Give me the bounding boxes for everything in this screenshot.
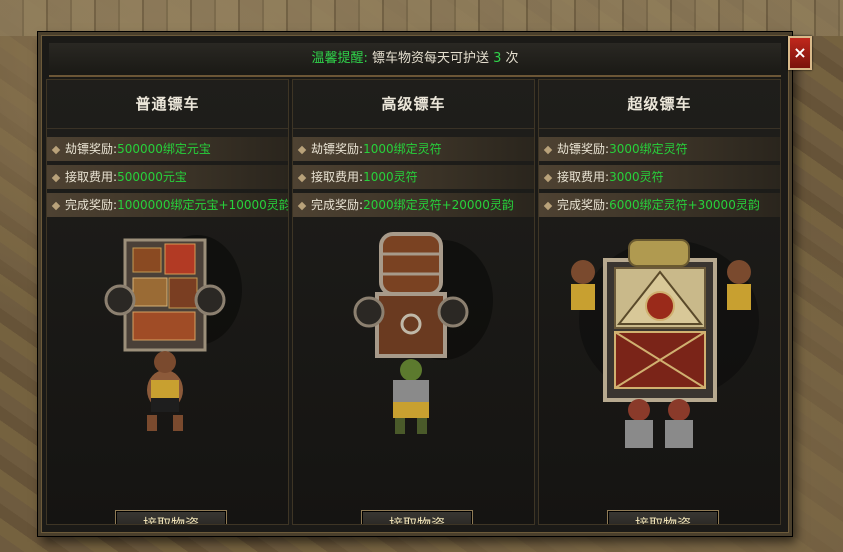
row-label: 完成奖励 <box>557 198 606 212</box>
reminder-text: 镖车物资每天可护送 <box>367 51 494 66</box>
row-label: 接取费用 <box>65 170 114 184</box>
row-value: 2000绑定灵符+20000灵韵 <box>363 198 514 212</box>
row-value: 500000元宝 <box>117 170 187 184</box>
diamond-icon <box>51 201 61 210</box>
super-cart-image <box>571 239 759 448</box>
info-row-complete-reward: 完成奖励:2000绑定灵符+20000灵韵 <box>293 193 534 217</box>
row-label: 完成奖励 <box>311 198 360 212</box>
row-value: 500000绑定元宝 <box>117 142 211 156</box>
row-label: 接取费用 <box>557 170 606 184</box>
row-value: 6000绑定灵符+30000灵韵 <box>609 198 760 212</box>
reminder-suffix: 次 <box>501 51 519 66</box>
row-label: 劫镖奖励 <box>557 142 606 156</box>
cart-title: 普通镖车 <box>47 80 288 129</box>
accept-supply-button[interactable]: 接取物资 <box>361 510 473 524</box>
reminder-label: 温馨提醒: <box>311 51 368 66</box>
row-value: 1000绑定灵符 <box>363 142 442 156</box>
diamond-icon <box>543 173 553 182</box>
cart-title: 高级镖车 <box>293 80 534 129</box>
reminder-bar: 温馨提醒: 镖车物资每天可护送 3 次 <box>49 43 781 77</box>
diamond-icon <box>297 201 307 210</box>
diamond-icon <box>297 173 307 182</box>
row-value: 3000绑定灵符 <box>609 142 688 156</box>
advanced-cart-image <box>353 232 493 434</box>
normal-cart-image <box>104 235 242 431</box>
accept-supply-button[interactable]: 接取物资 <box>607 510 719 524</box>
row-value: 1000灵符 <box>363 170 418 184</box>
cart-info-rows: 劫镖奖励:1000绑定灵符 接取费用:1000灵符 完成奖励:2000绑定灵符+… <box>293 137 534 217</box>
info-row-complete-reward: 完成奖励:6000绑定灵符+30000灵韵 <box>539 193 780 217</box>
cart-info-rows: 劫镖奖励:500000绑定元宝 接取费用:500000元宝 完成奖励:10000… <box>47 137 288 217</box>
diamond-icon <box>543 201 553 210</box>
cart-title: 超级镖车 <box>539 80 780 129</box>
row-label: 接取费用 <box>311 170 360 184</box>
row-label: 劫镖奖励 <box>65 142 114 156</box>
diamond-icon <box>51 173 61 182</box>
diamond-icon <box>297 145 307 154</box>
diamond-icon <box>543 145 553 154</box>
city-wall <box>0 0 843 36</box>
info-row-rob-reward: 劫镖奖励:1000绑定灵符 <box>293 137 534 161</box>
info-row-rob-reward: 劫镖奖励:3000绑定灵符 <box>539 137 780 161</box>
cart-column-advanced: 高级镖车 劫镖奖励:1000绑定灵符 接取费用:1000灵符 完成奖励:2000… <box>292 79 535 525</box>
cart-info-rows: 劫镖奖励:3000绑定灵符 接取费用:3000灵符 完成奖励:6000绑定灵符+… <box>539 137 780 217</box>
accept-supply-button[interactable]: 接取物资 <box>115 510 227 524</box>
close-button[interactable]: × <box>788 36 812 70</box>
diamond-icon <box>51 145 61 154</box>
row-value: 1000000绑定元宝+10000灵韵 <box>117 198 288 212</box>
info-row-accept-cost: 接取费用:1000灵符 <box>293 165 534 189</box>
escort-cart-dialog: 温馨提醒: 镖车物资每天可护送 3 次 普通镖车 劫镖奖励:500000绑定元宝… <box>38 32 792 536</box>
info-row-complete-reward: 完成奖励:1000000绑定元宝+10000灵韵 <box>47 193 288 217</box>
row-label: 劫镖奖励 <box>311 142 360 156</box>
row-label: 完成奖励 <box>65 198 114 212</box>
info-row-accept-cost: 接取费用:500000元宝 <box>47 165 288 189</box>
info-row-accept-cost: 接取费用:3000灵符 <box>539 165 780 189</box>
cart-column-super: 超级镖车 劫镖奖励:3000绑定灵符 接取费用:3000灵符 完成奖励:6000… <box>538 79 781 525</box>
row-value: 3000灵符 <box>609 170 664 184</box>
info-row-rob-reward: 劫镖奖励:500000绑定元宝 <box>47 137 288 161</box>
cart-column-normal: 普通镖车 劫镖奖励:500000绑定元宝 接取费用:500000元宝 完成奖励:… <box>46 79 289 525</box>
